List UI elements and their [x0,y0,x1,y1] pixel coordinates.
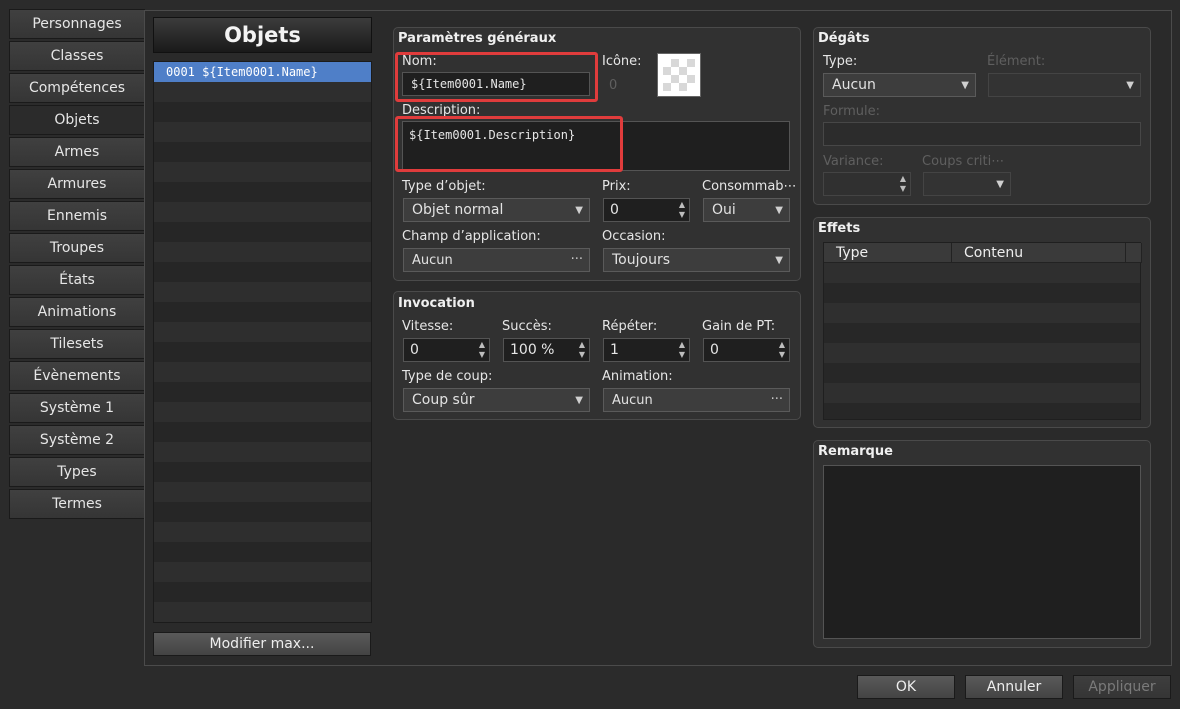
tab-3[interactable]: Objets [9,105,145,135]
item-type-dropdown[interactable]: Objet normal ▼ [403,198,590,222]
scope-selector[interactable]: Aucun ··· [403,248,590,272]
ellipsis-icon: ··· [770,392,783,407]
variance-spinbox[interactable]: ▲ ▼ [823,172,911,196]
spin-arrows-icon[interactable]: ▲ ▼ [779,340,785,360]
chevron-down-icon: ▼ [1126,80,1134,91]
repeat-label: Répéter: [602,319,658,334]
invocation-title: Invocation [398,296,475,311]
column-header-filler [1126,243,1142,263]
formula-label: Formule: [823,104,880,119]
tab-8[interactable]: États [9,265,145,295]
repeat-value: 1 [610,342,619,358]
element-label: Élément: [987,54,1046,69]
modify-max-button[interactable]: Modifier max... [153,632,371,656]
spin-arrows-icon[interactable]: ▲ ▼ [479,340,485,360]
price-spinbox[interactable]: 0 ▲ ▼ [603,198,690,222]
item-type-value: Objet normal [412,202,504,218]
tab-12[interactable]: Système 1 [9,393,145,423]
success-value: 100 % [510,342,555,358]
tp-gain-spinbox[interactable]: 0 ▲ ▼ [703,338,790,362]
animation-value: Aucun [612,392,653,408]
tab-2[interactable]: Compétences [9,73,145,103]
scope-label: Champ d’application: [402,229,541,244]
hit-type-label: Type de coup: [402,369,493,384]
damage-type-label: Type: [823,54,858,69]
spin-arrows-icon[interactable]: ▲ ▼ [900,174,906,194]
icon-label: Icône: [602,54,642,69]
cancel-button[interactable]: Annuler [965,675,1063,699]
critical-dropdown[interactable]: ▼ [923,172,1011,196]
animation-label: Animation: [602,369,673,384]
speed-label: Vitesse: [402,319,454,334]
icon-preview[interactable] [657,53,701,97]
chevron-down-icon: ▼ [961,80,969,91]
occasion-value: Toujours [612,252,670,268]
tab-6[interactable]: Ennemis [9,201,145,231]
name-highlight [395,52,598,102]
column-header-content[interactable]: Contenu [952,243,1126,263]
chevron-down-icon: ▼ [996,179,1004,190]
occasion-label: Occasion: [602,229,666,244]
price-value: 0 [610,202,619,218]
column-header-type[interactable]: Type [824,243,952,263]
repeat-spinbox[interactable]: 1 ▲ ▼ [603,338,690,362]
spin-arrows-icon[interactable]: ▲ ▼ [579,340,585,360]
icon-index: 0 [609,78,618,93]
occasion-dropdown[interactable]: Toujours ▼ [603,248,790,272]
general-settings-title: Paramètres généraux [398,31,557,46]
tp-gain-value: 0 [710,342,719,358]
animation-selector[interactable]: Aucun ··· [603,388,790,412]
note-field[interactable] [823,465,1141,639]
element-dropdown[interactable]: ▼ [988,73,1141,97]
chevron-down-icon: ▼ [775,205,783,216]
tab-13[interactable]: Système 2 [9,425,145,455]
success-label: Succès: [502,319,552,334]
damage-type-dropdown[interactable]: Aucun ▼ [823,73,976,97]
ellipsis-icon: ··· [570,252,583,267]
tp-gain-label: Gain de PT: [702,319,776,334]
formula-field[interactable] [823,122,1141,146]
tab-4[interactable]: Armes [9,137,145,167]
consumable-value: Oui [712,202,736,218]
item-list[interactable]: 0001 ${Item0001.Name} [153,61,372,623]
variance-label: Variance: [823,154,884,169]
hit-type-dropdown[interactable]: Coup sûr ▼ [403,388,590,412]
list-title: Objets [153,17,372,53]
effects-table[interactable]: Type Contenu [823,242,1142,420]
chevron-down-icon: ▼ [575,395,583,406]
tab-10[interactable]: Tilesets [9,329,145,359]
tab-0[interactable]: Personnages [9,9,145,39]
tab-15[interactable]: Termes [9,489,145,519]
ok-button[interactable]: OK [857,675,955,699]
chevron-down-icon: ▼ [775,255,783,266]
critical-label: Coups criti⋯ [922,154,1005,169]
empty-icon [663,59,695,91]
damage-type-value: Aucun [832,77,876,93]
speed-value: 0 [410,342,419,358]
description-highlight [395,116,623,172]
tab-14[interactable]: Types [9,457,145,487]
scope-value: Aucun [412,252,453,268]
speed-spinbox[interactable]: 0 ▲ ▼ [403,338,490,362]
success-spinbox[interactable]: 100 % ▲ ▼ [503,338,590,362]
note-title: Remarque [818,444,893,459]
damage-title: Dégâts [818,31,870,46]
tab-7[interactable]: Troupes [9,233,145,263]
hit-type-value: Coup sûr [412,392,475,408]
tab-9[interactable]: Animations [9,297,145,327]
list-item[interactable]: 0001 ${Item0001.Name} [154,62,371,82]
tab-5[interactable]: Armures [9,169,145,199]
consumable-label: Consommab⋯ [702,179,797,194]
effects-title: Effets [818,221,861,236]
spin-arrows-icon[interactable]: ▲ ▼ [679,340,685,360]
spin-arrows-icon[interactable]: ▲ ▼ [679,200,685,220]
price-label: Prix: [602,179,631,194]
tab-11[interactable]: Évènements [9,361,145,391]
consumable-dropdown[interactable]: Oui ▼ [703,198,790,222]
apply-button[interactable]: Appliquer [1073,675,1171,699]
tab-1[interactable]: Classes [9,41,145,71]
chevron-down-icon: ▼ [575,205,583,216]
item-type-label: Type d’objet: [402,179,486,194]
